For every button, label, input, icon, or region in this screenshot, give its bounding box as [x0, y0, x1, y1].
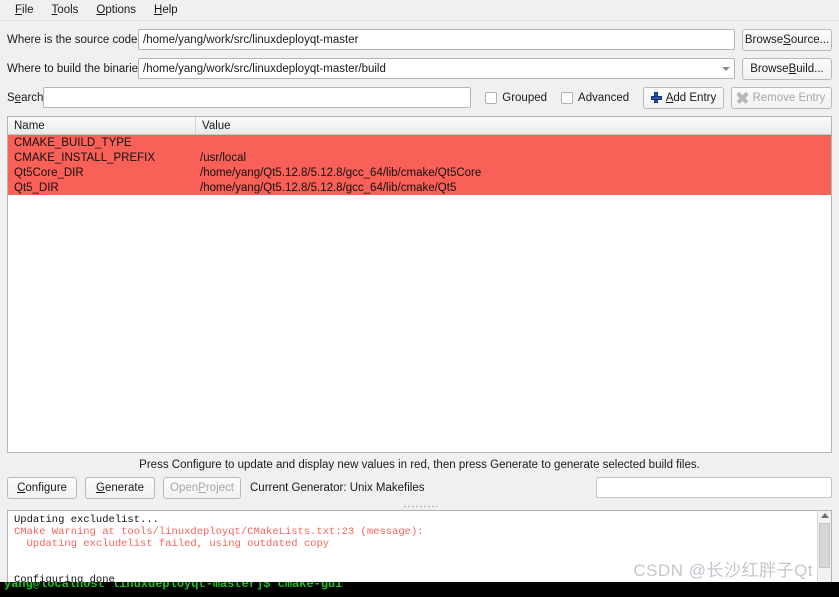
console-line	[14, 550, 831, 562]
console-line: Updating excludelist failed, using outda…	[14, 538, 831, 550]
remove-entry-label: Remove Entry	[752, 92, 825, 104]
generate-button[interactable]: Generate	[85, 477, 155, 499]
build-path-row: Where to build the binaries: /home/yang/…	[7, 57, 832, 80]
grouped-checkbox[interactable]	[485, 92, 497, 104]
table-body: CMAKE_BUILD_TYPECMAKE_INSTALL_PREFIX/usr…	[8, 135, 831, 195]
add-entry-button[interactable]: Add Entry	[643, 87, 724, 109]
chevron-down-icon[interactable]	[722, 67, 730, 71]
column-header-value[interactable]: Value	[196, 117, 831, 134]
configure-button[interactable]: Configure	[7, 477, 77, 499]
cache-variable-name: Qt5Core_DIR	[8, 167, 196, 179]
console-line: Updating excludelist...	[14, 514, 831, 526]
menu-item-tools[interactable]: Tools	[43, 2, 88, 18]
search-label: Search:	[7, 92, 43, 104]
splitter-grip-dots	[403, 505, 437, 508]
scroll-up-arrow-icon[interactable]	[821, 513, 829, 518]
menu-item-help[interactable]: Help	[145, 2, 187, 18]
menu-item-file[interactable]: File	[6, 2, 43, 18]
splitter-handle[interactable]	[7, 503, 832, 510]
terminal-prompt-text: yang@localhost linuxdeployqt-master]$ cm…	[4, 582, 342, 591]
current-generator-label: Current Generator: Unix Makefiles	[250, 482, 424, 494]
search-row: Search: Grouped Advanced Add Entry Remov…	[7, 86, 832, 109]
menubar: File Tools Options Help	[0, 0, 839, 21]
cache-variables-table[interactable]: Name Value CMAKE_BUILD_TYPECMAKE_INSTALL…	[7, 116, 832, 453]
source-path-label: Where is the source code:	[7, 34, 138, 46]
open-project-button: Open Project	[163, 477, 241, 499]
cache-variable-value[interactable]: /usr/local	[196, 152, 831, 164]
cache-variable-value[interactable]: /home/yang/Qt5.12.8/5.12.8/gcc_64/lib/cm…	[196, 182, 831, 194]
console-line	[14, 562, 831, 574]
advanced-checkbox-wrap[interactable]: Advanced	[561, 92, 629, 104]
window-body: Where is the source code: /home/yang/wor…	[0, 21, 839, 597]
table-row[interactable]: Qt5Core_DIR/home/yang/Qt5.12.8/5.12.8/gc…	[8, 165, 831, 180]
grouped-checkbox-wrap[interactable]: Grouped	[485, 92, 547, 104]
search-input[interactable]	[43, 87, 471, 108]
table-row[interactable]: Qt5_DIR/home/yang/Qt5.12.8/5.12.8/gcc_64…	[8, 180, 831, 195]
table-row[interactable]: CMAKE_BUILD_TYPE	[8, 135, 831, 150]
source-path-input[interactable]: /home/yang/work/src/linuxdeployqt-master	[138, 29, 735, 50]
browse-source-button[interactable]: Browse Source...	[742, 29, 832, 51]
build-path-label: Where to build the binaries:	[7, 63, 138, 75]
cache-variable-name: CMAKE_INSTALL_PREFIX	[8, 152, 196, 164]
menu-item-options[interactable]: Options	[87, 2, 145, 18]
cache-variable-name: Qt5_DIR	[8, 182, 196, 194]
browse-build-button[interactable]: Browse Build...	[742, 58, 832, 80]
action-row: Configure Generate Open Project Current …	[7, 476, 832, 499]
source-path-row: Where is the source code: /home/yang/wor…	[7, 28, 832, 51]
build-path-value: /home/yang/work/src/linuxdeployqt-master…	[143, 63, 386, 75]
console-line: CMake Warning at tools/linuxdeployqt/CMa…	[14, 526, 831, 538]
grouped-label: Grouped	[502, 92, 547, 104]
table-header-row: Name Value	[8, 117, 831, 135]
plus-icon	[651, 92, 662, 103]
terminal-strip: yang@localhost linuxdeployqt-master]$ cm…	[0, 582, 839, 597]
cache-variable-value[interactable]: /home/yang/Qt5.12.8/5.12.8/gcc_64/lib/cm…	[196, 167, 831, 179]
x-mark-icon	[737, 92, 748, 103]
advanced-checkbox[interactable]	[561, 92, 573, 104]
advanced-label: Advanced	[578, 92, 629, 104]
cmake-gui-window: File Tools Options Help Where is the sou…	[0, 0, 839, 597]
remove-entry-button: Remove Entry	[731, 87, 832, 109]
build-path-input[interactable]: /home/yang/work/src/linuxdeployqt-master…	[138, 58, 735, 79]
add-entry-label: Add Entry	[666, 92, 717, 104]
progress-bar	[596, 477, 832, 498]
scrollbar-thumb[interactable]	[819, 523, 830, 568]
cache-variable-name: CMAKE_BUILD_TYPE	[8, 137, 196, 149]
hint-text: Press Configure to update and display ne…	[7, 453, 832, 476]
column-header-name[interactable]: Name	[8, 117, 196, 134]
table-row[interactable]: CMAKE_INSTALL_PREFIX/usr/local	[8, 150, 831, 165]
